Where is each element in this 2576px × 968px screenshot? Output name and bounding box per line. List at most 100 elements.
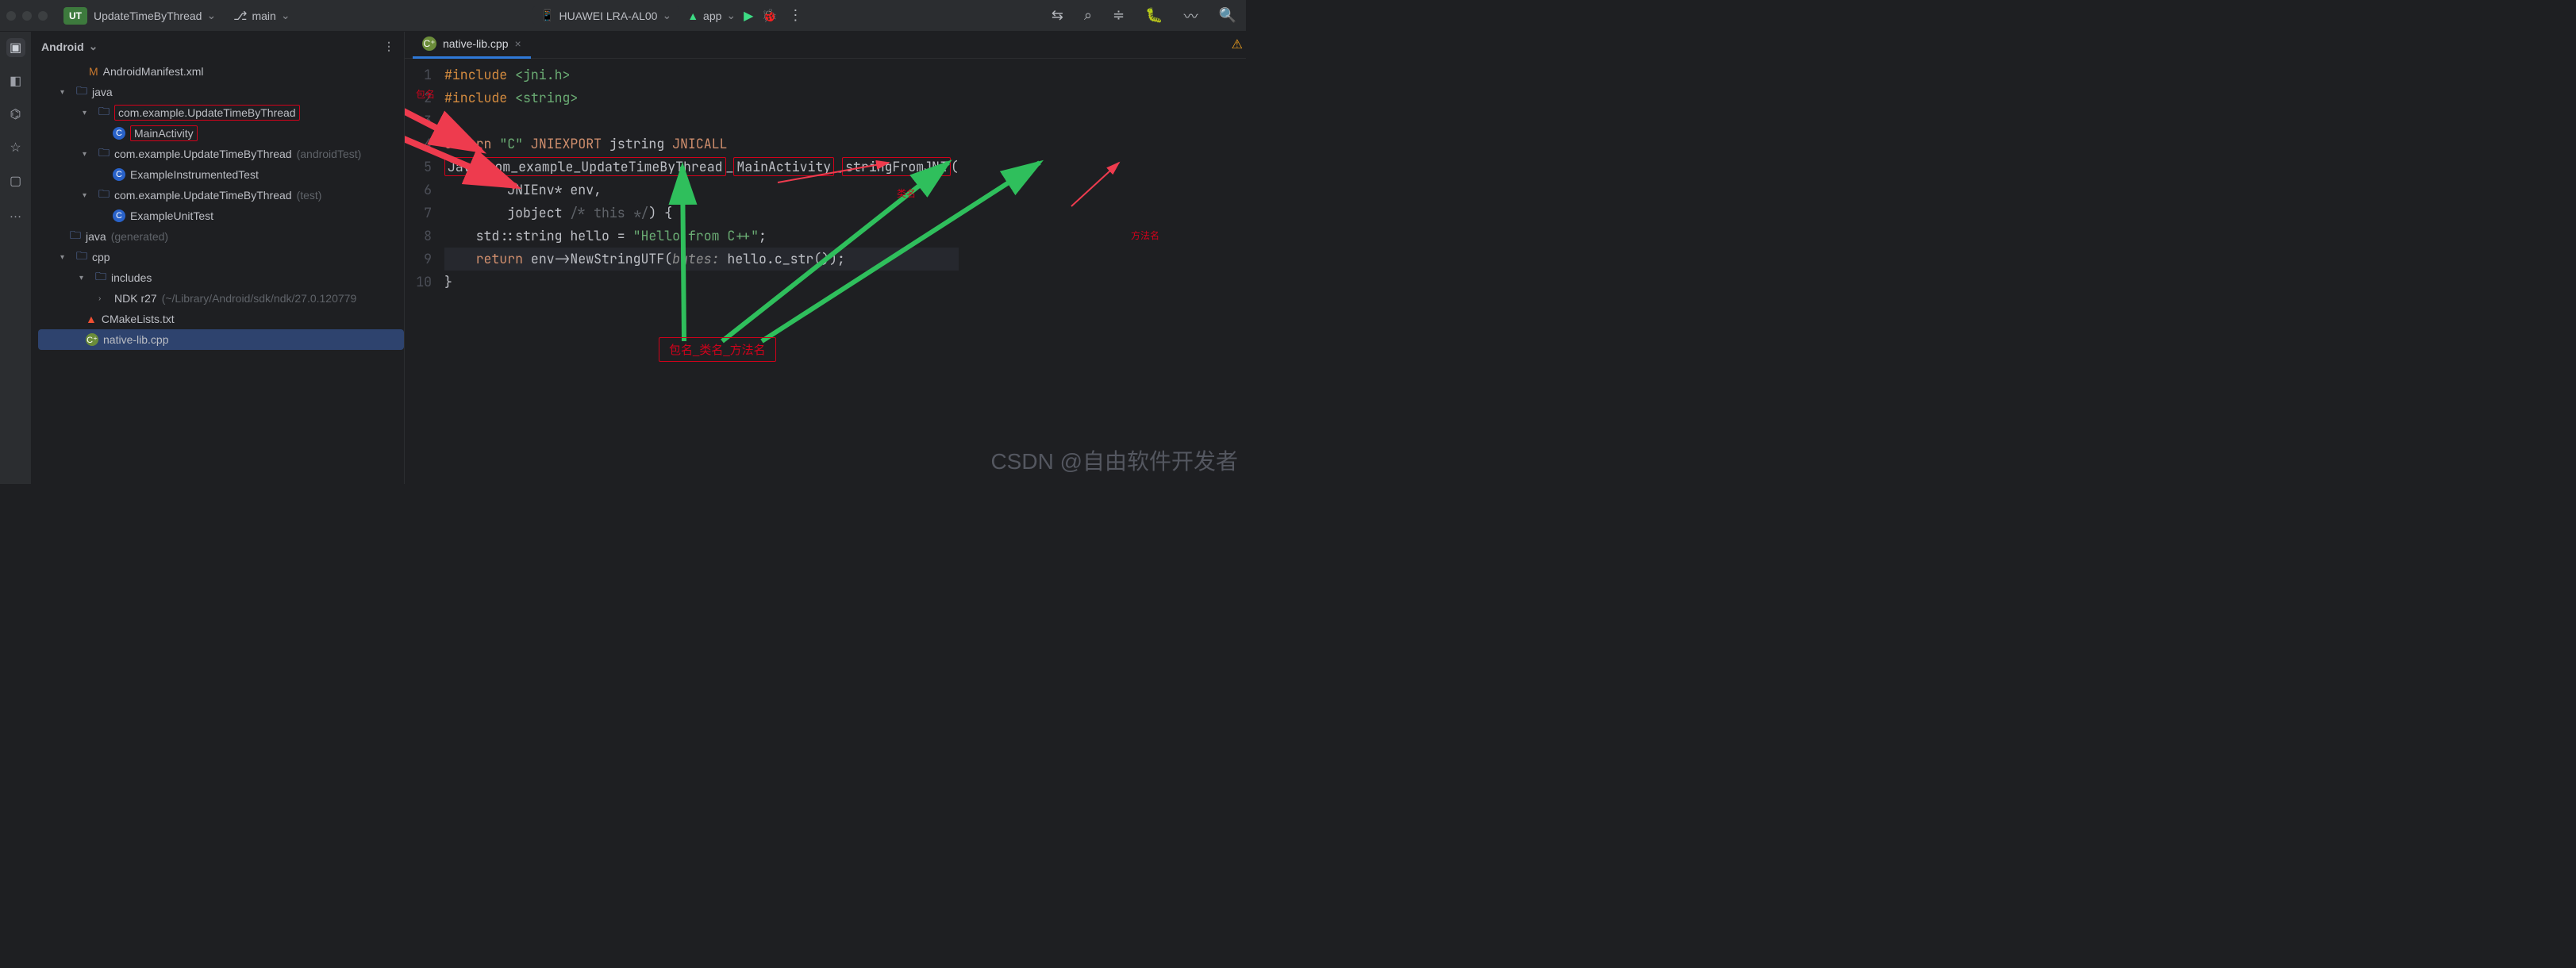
project-sidebar: Android ⋮ M AndroidManifest.xml ▾ 🗀 java… (32, 32, 405, 484)
cmake-icon: ▲ (86, 313, 97, 325)
close-icon[interactable]: × (515, 37, 521, 50)
more-tools-icon[interactable]: … (6, 205, 25, 224)
folder-label: java (86, 230, 106, 243)
settings-icon[interactable]: ≑ (1109, 7, 1128, 24)
search-everywhere-icon[interactable]: ⌕ (1081, 7, 1095, 24)
warning-icon[interactable]: ⚠ (1232, 36, 1243, 52)
chevron-down-icon: ▾ (79, 274, 90, 282)
folder-icon: 🗀 (70, 227, 81, 246)
package-label: com.example.UpdateTimeByThread (114, 105, 300, 121)
code-body[interactable]: #include <jni.h> #include <string> exter… (440, 59, 959, 484)
tree-item-ndk[interactable]: › NDK r27 (~/Library/Android/sdk/ndk/27.… (38, 288, 404, 309)
cpp-icon: C⁺ (86, 333, 98, 346)
tool-window-bar: ▣ ◧ ⌬ ☆ ▢ … (0, 32, 32, 484)
more-actions-icon[interactable]: ⋮ (785, 7, 805, 24)
chevron-down-icon: ▾ (83, 150, 94, 159)
folder-suffix: (generated) (111, 230, 168, 243)
debug-button[interactable]: 🐞 (761, 8, 777, 24)
tree-item-manifest[interactable]: M AndroidManifest.xml (38, 61, 404, 82)
tree-item-java-gen[interactable]: 🗀 java (generated) (38, 226, 404, 247)
jni-method-segment: stringFromJNI (842, 157, 951, 176)
bookmarks-icon[interactable]: ☆ (6, 138, 25, 157)
tab-label: native-lib.cpp (443, 37, 509, 50)
file-label: CMakeLists.txt (102, 313, 175, 325)
file-label: AndroidManifest.xml (103, 65, 204, 78)
editor-pane: C⁺ native-lib.cpp × ⚠ 12 34 56 78 910 #i… (405, 32, 1246, 484)
tree-item-java[interactable]: ▾ 🗀 java (38, 82, 404, 102)
tree-item-pkg-main[interactable]: ▾ 🗀 com.example.UpdateTimeByThread (38, 102, 404, 123)
chevron-down-icon: ▾ (60, 253, 71, 262)
folder-label: cpp (92, 251, 110, 263)
ndk-path: (~/Library/Android/sdk/ndk/27.0.120779 (162, 292, 357, 305)
chevron-down-icon: ▾ (83, 191, 94, 200)
project-badge: UT (63, 7, 87, 25)
chevron-right-icon: › (98, 294, 110, 303)
top-toolbar: UT UpdateTimeByThread ⎇ main 📱 HUAWEI LR… (0, 0, 1246, 32)
android-icon: ▲ (687, 10, 698, 22)
traffic-max[interactable] (38, 11, 48, 21)
chevron-down-icon: ▾ (60, 88, 71, 97)
xml-icon: M (89, 65, 98, 78)
folder-label: java (92, 86, 113, 98)
file-label: native-lib.cpp (103, 333, 169, 346)
tree-item-unittest[interactable]: C ExampleUnitTest (38, 206, 404, 226)
sidebar-options-icon[interactable]: ⋮ (383, 40, 394, 53)
project-selector[interactable]: UpdateTimeByThread (94, 9, 216, 22)
main-area: ▣ ◧ ⌬ ☆ ▢ … Android ⋮ M AndroidManifest.… (0, 32, 1246, 484)
debug-tool-icon[interactable]: 🐛 (1142, 7, 1166, 24)
traffic-close[interactable] (6, 11, 16, 21)
tree-item-instrumentedtest[interactable]: C ExampleInstrumentedTest (38, 164, 404, 185)
package-label: com.example.UpdateTimeByThread (114, 148, 292, 160)
editor-tab-nativelib[interactable]: C⁺ native-lib.cpp × (413, 32, 531, 59)
package-label: com.example.UpdateTimeByThread (114, 189, 292, 202)
jni-class-segment: MainActivity (733, 157, 834, 176)
project-tree: M AndroidManifest.xml ▾ 🗀 java ▾ 🗀 com.e… (32, 61, 404, 356)
branch-selector[interactable]: ⎇ main (233, 9, 290, 23)
project-tool-icon[interactable]: ▣ (6, 38, 25, 57)
resource-manager-icon[interactable]: ◧ (6, 71, 25, 90)
run-config-label: app (703, 10, 721, 22)
folder-icon: 🗀 (95, 268, 106, 287)
project-view-label: Android (41, 40, 84, 53)
jni-package-segment: Java_com_example_UpdateTimeByThread (444, 157, 726, 176)
chevron-down-icon: ▾ (83, 109, 94, 117)
code-area[interactable]: 12 34 56 78 910 #include <jni.h> #includ… (405, 59, 1246, 484)
package-suffix: (androidTest) (297, 148, 362, 160)
tree-item-nativelib[interactable]: C⁺ native-lib.cpp (38, 329, 404, 350)
code-with-me-icon[interactable]: ⇆ (1048, 7, 1067, 24)
branch-label: main (252, 10, 275, 22)
package-suffix: (test) (297, 189, 322, 202)
ndk-label: NDK r27 (114, 292, 157, 305)
class-label: ExampleUnitTest (130, 209, 213, 222)
build-variants-icon[interactable]: ▢ (6, 171, 25, 190)
tree-item-pkg-androidtest[interactable]: ▾ 🗀 com.example.UpdateTimeByThread (andr… (38, 144, 404, 164)
structure-icon[interactable]: ⌬ (6, 105, 25, 124)
tree-item-cmake[interactable]: ▲ CMakeLists.txt (38, 309, 404, 329)
run-button[interactable]: ▶ (744, 8, 753, 24)
project-view-header[interactable]: Android ⋮ (32, 32, 404, 61)
tree-item-mainactivity[interactable]: C MainActivity (38, 123, 404, 144)
tree-item-includes[interactable]: ▾ 🗀 includes (38, 267, 404, 288)
class-label: ExampleInstrumentedTest (130, 168, 259, 181)
profiler-icon[interactable]: 〰 (1181, 6, 1201, 26)
editor-tabs: C⁺ native-lib.cpp × (405, 32, 1246, 59)
package-icon: 🗀 (98, 186, 110, 205)
tree-item-pkg-test[interactable]: ▾ 🗀 com.example.UpdateTimeByThread (test… (38, 185, 404, 206)
folder-icon: 🗀 (76, 83, 87, 102)
traffic-min[interactable] (22, 11, 32, 21)
dropdown-icon (89, 40, 98, 53)
run-config-selector[interactable]: ▲ app (687, 9, 736, 22)
device-selector[interactable]: 📱 HUAWEI LRA-AL00 (533, 6, 679, 25)
project-name-label: UpdateTimeByThread (94, 10, 202, 22)
search-icon[interactable]: 🔍 (1216, 7, 1240, 24)
tree-item-cpp[interactable]: ▾ 🗀 cpp (38, 247, 404, 267)
package-icon: 🗀 (98, 103, 110, 122)
class-icon: C (113, 127, 125, 140)
package-icon: 🗀 (98, 144, 110, 163)
folder-label: includes (111, 271, 152, 284)
class-icon: C (113, 168, 125, 181)
cpp-icon: C⁺ (422, 36, 436, 51)
line-numbers: 12 34 56 78 910 (405, 59, 440, 484)
class-label: MainActivity (130, 125, 198, 141)
class-icon: C (113, 209, 125, 222)
